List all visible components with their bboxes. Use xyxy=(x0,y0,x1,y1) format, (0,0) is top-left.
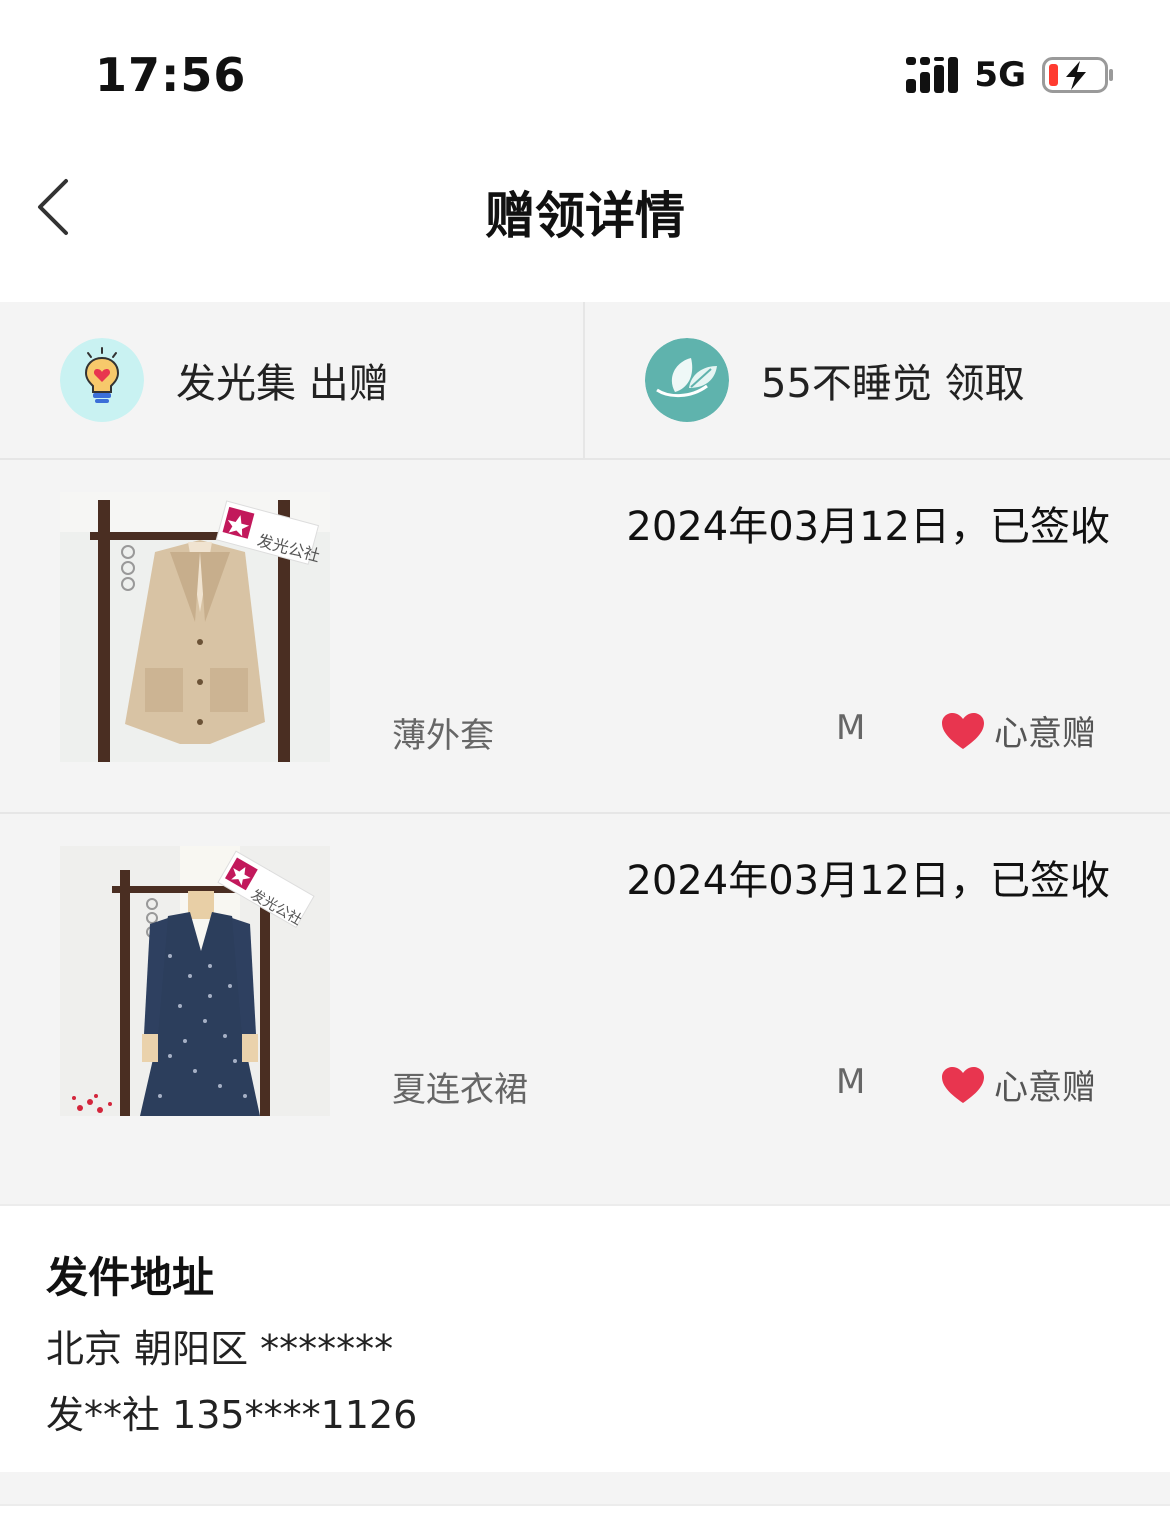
status-indicators: 5G xyxy=(906,55,1114,95)
item-date-status: 2024年03月12日，已签收 xyxy=(626,858,1110,904)
lightbulb-heart-icon xyxy=(60,338,144,422)
address-location: 北京 朝阳区 ******* xyxy=(46,1327,394,1371)
item-name: 夏连衣裙 xyxy=(392,1070,528,1110)
item-tag: 心意赠 xyxy=(940,706,1096,755)
item-photo: 发光公社 xyxy=(60,492,330,762)
battery-charging-icon xyxy=(1042,57,1113,93)
item-card[interactable]: 发光公社 2024年03月12日，已签收 夏连衣裙 M 心意赠 xyxy=(0,814,1170,1204)
shipping-address-section: 发件地址 北京 朝阳区 ******* 发**社 135****1126 xyxy=(0,1204,1170,1472)
network-label: 5G xyxy=(974,55,1026,95)
donor-label: 发光集 出赠 xyxy=(176,361,389,407)
leaf-icon xyxy=(645,338,729,422)
item-tag-text: 心意赠 xyxy=(994,1068,1096,1108)
nav-bar: 赠领详情 xyxy=(0,150,1170,302)
bottom-divider-line xyxy=(0,1504,1170,1506)
item-tag-text: 心意赠 xyxy=(994,714,1096,754)
address-contact: 发**社 135****1126 xyxy=(46,1393,418,1437)
receiver-label: 55不睡觉 领取 xyxy=(761,361,1025,407)
item-size: M xyxy=(836,708,866,748)
signal-icon xyxy=(906,57,959,93)
heart-icon xyxy=(942,712,984,749)
bottom-divider-band xyxy=(0,1472,1170,1504)
item-name: 薄外套 xyxy=(392,716,494,756)
item-size: M xyxy=(836,1062,866,1102)
item-tag: 心意赠 xyxy=(940,1060,1096,1109)
page-title: 赠领详情 xyxy=(485,187,685,245)
receiver-party[interactable]: 55不睡觉 领取 xyxy=(585,302,1170,458)
item-date-status: 2024年03月12日，已签收 xyxy=(626,504,1110,550)
status-bar: 17:56 5G xyxy=(0,0,1170,150)
parties-row: 发光集 出赠 55不睡觉 领取 xyxy=(0,302,1170,460)
address-title: 发件地址 xyxy=(46,1253,215,1302)
status-time: 17:56 xyxy=(95,48,247,102)
item-photo: 发光公社 xyxy=(60,846,330,1116)
donor-party[interactable]: 发光集 出赠 xyxy=(0,302,585,458)
item-card[interactable]: 发光公社 2024年03月12日，已签收 薄外套 M 心意赠 xyxy=(0,460,1170,814)
heart-icon xyxy=(942,1066,984,1103)
